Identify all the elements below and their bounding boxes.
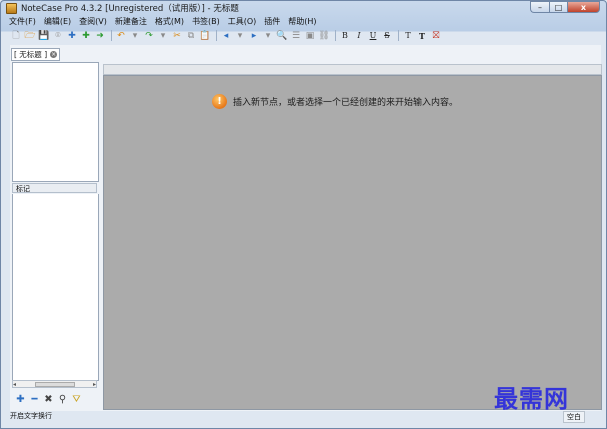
window-title: NoteCase Pro 4.3.2 [Unregistered（试用版）] -… xyxy=(21,4,239,14)
italic-icon[interactable]: I xyxy=(353,30,365,42)
tags-scrollbar[interactable]: ◂ ▸ xyxy=(12,380,97,388)
toolbar-separator xyxy=(335,30,336,41)
back-icon[interactable]: ◂ xyxy=(220,30,232,42)
add-node-icon[interactable]: ✚ xyxy=(66,30,78,42)
app-window: NoteCase Pro 4.3.2 [Unregistered（试用版）] -… xyxy=(0,0,607,429)
text-color-icon[interactable]: T xyxy=(402,30,414,42)
forward-dropdown-icon[interactable]: ▾ xyxy=(262,30,274,42)
redo-icon[interactable]: ↷ xyxy=(143,30,155,42)
find-icon[interactable]: 🔍 xyxy=(276,30,288,42)
attach-icon[interactable]: ⌾ xyxy=(52,30,64,42)
empty-notice: ! 插入新节点，或者选择一个已经创建的来开始输入内容。 xyxy=(212,94,458,109)
minimize-button[interactable]: – xyxy=(530,1,549,13)
underline-icon[interactable]: U xyxy=(367,30,379,42)
menu-plugins[interactable]: 插件 xyxy=(264,16,280,27)
menu-tools[interactable]: 工具(O) xyxy=(228,16,257,27)
menu-help[interactable]: 帮助(H) xyxy=(288,16,316,27)
tags-panel[interactable] xyxy=(12,194,99,381)
status-wrap: 开启文字换行 xyxy=(10,412,52,420)
menu-edit[interactable]: 编辑(E) xyxy=(44,16,71,27)
editor-area[interactable]: ! 插入新节点，或者选择一个已经创建的来开始输入内容。 xyxy=(103,75,602,410)
maximize-button[interactable]: □ xyxy=(549,1,567,13)
window-controls: – □ x xyxy=(530,1,600,13)
warning-icon: ! xyxy=(212,94,227,109)
link-icon[interactable]: ⛓ xyxy=(318,30,330,42)
bold-icon[interactable]: B xyxy=(339,30,351,42)
tab-label: [ 无标题 ] xyxy=(14,50,48,59)
scroll-right-icon[interactable]: ▸ xyxy=(93,381,96,388)
tag-tools: ✚ ━ ✖ ⚲ ⛛ xyxy=(15,393,85,405)
menu-new-note[interactable]: 新建备注 xyxy=(115,16,147,27)
app-icon xyxy=(6,2,17,14)
search-tag-icon[interactable]: ⚲ xyxy=(57,394,68,405)
cut-icon[interactable]: ✂ xyxy=(171,30,183,42)
redo-dropdown-icon[interactable]: ▾ xyxy=(157,30,169,42)
close-icon[interactable]: × xyxy=(50,51,58,58)
open-folder-icon[interactable]: 🗁 xyxy=(24,30,36,42)
insert-after-icon[interactable]: ➜ xyxy=(94,30,106,42)
strikethrough-icon[interactable]: S xyxy=(381,30,393,42)
toolbar-separator xyxy=(216,30,217,41)
remove-tag-icon[interactable]: ━ xyxy=(29,394,40,405)
add-tag-icon[interactable]: ✚ xyxy=(15,394,26,405)
editor-header xyxy=(103,64,602,75)
filter-tag-icon[interactable]: ⛛ xyxy=(71,394,82,405)
toolbar-separator xyxy=(398,30,399,41)
new-document-icon[interactable]: 🗋 xyxy=(10,30,22,42)
copy-icon[interactable]: ⧉ xyxy=(185,30,197,42)
title-bar: NoteCase Pro 4.3.2 [Unregistered（试用版）] -… xyxy=(1,1,606,15)
bookmark-icon[interactable]: ☰ xyxy=(290,30,302,42)
image-icon[interactable]: ▣ xyxy=(304,30,316,42)
toolbar-separator xyxy=(111,30,112,41)
forward-icon[interactable]: ▸ xyxy=(248,30,260,42)
menu-bookmarks[interactable]: 书签(B) xyxy=(192,16,220,27)
tags-header: 标记 xyxy=(12,183,97,193)
save-icon[interactable]: 💾 xyxy=(38,30,50,42)
undo-dropdown-icon[interactable]: ▾ xyxy=(129,30,141,42)
undo-icon[interactable]: ↶ xyxy=(115,30,127,42)
menu-format[interactable]: 格式(M) xyxy=(155,16,184,27)
close-button[interactable]: x xyxy=(567,1,600,13)
scrollbar-thumb[interactable] xyxy=(34,381,75,387)
scroll-left-icon[interactable]: ◂ xyxy=(13,381,16,388)
back-dropdown-icon[interactable]: ▾ xyxy=(234,30,246,42)
delete-tag-icon[interactable]: ✖ xyxy=(43,394,54,405)
node-tree-panel[interactable] xyxy=(12,62,99,182)
menu-file[interactable]: 文件(F) xyxy=(9,16,36,27)
menu-view[interactable]: 查阅(V) xyxy=(79,16,107,27)
watermark-logo: 最需网 xyxy=(494,384,569,413)
menu-bar: 文件(F) 编辑(E) 查阅(V) 新建备注 格式(M) 书签(B) 工具(O)… xyxy=(9,15,325,28)
document-tab[interactable]: [ 无标题 ] × xyxy=(11,48,61,61)
notice-text: 插入新节点，或者选择一个已经创建的来开始输入内容。 xyxy=(233,98,459,108)
text-background-icon[interactable]: T xyxy=(416,30,428,42)
paste-icon[interactable]: 📋 xyxy=(199,30,211,42)
add-child-node-icon[interactable]: ✚ xyxy=(80,30,92,42)
toolbar: 🗋 🗁 💾 ⌾ ✚ ✚ ➜ ↶ ▾ ↷ ▾ ✂ ⧉ 📋 ◂ ▾ ▸ ▾ 🔍 ☰ … xyxy=(10,28,444,43)
clear-format-icon[interactable]: ⛝ xyxy=(430,30,442,42)
